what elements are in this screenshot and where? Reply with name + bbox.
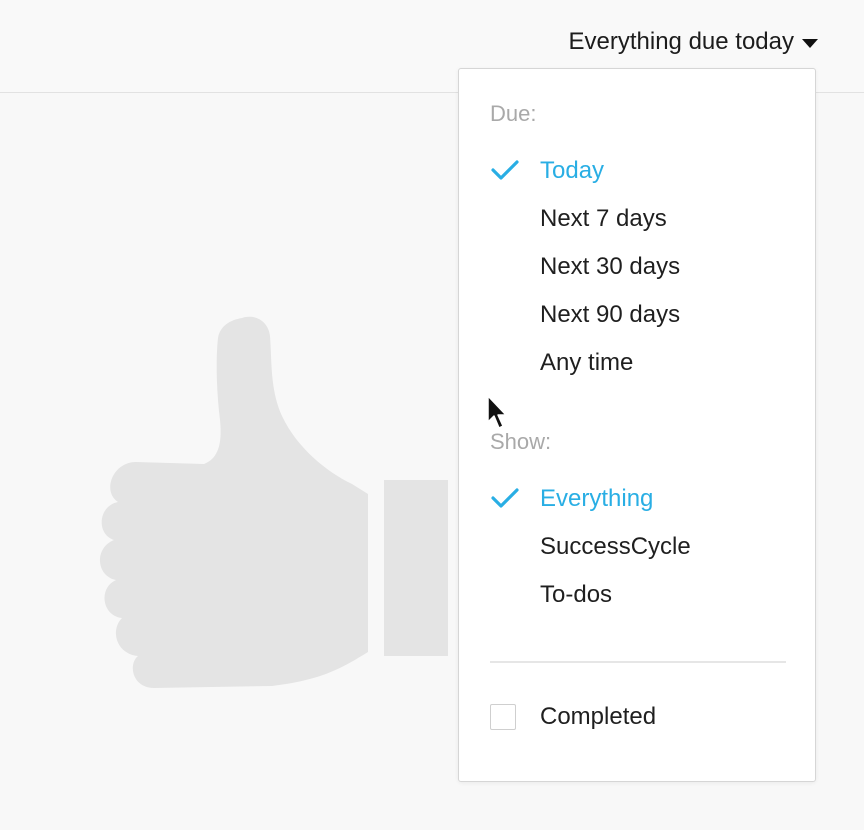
- due-option-label: Today: [540, 157, 605, 184]
- due-option-next-90-days[interactable]: Next 90 days: [459, 295, 815, 335]
- due-section-label: Due:: [490, 101, 537, 126]
- due-option-next-30-days[interactable]: Next 30 days: [459, 247, 815, 287]
- completed-label: Completed: [540, 703, 657, 730]
- filter-label: Everything due today: [568, 28, 794, 55]
- checkmark-icon: [491, 160, 519, 180]
- completed-checkbox[interactable]: [490, 704, 516, 730]
- due-option-next-7-days[interactable]: Next 7 days: [459, 199, 815, 239]
- show-option-everything[interactable]: Everything: [459, 479, 815, 519]
- checkmark-icon: [491, 488, 519, 508]
- show-section-label: Show:: [490, 429, 552, 454]
- thumbs-up-icon: [99, 316, 448, 688]
- mouse-pointer-icon: [487, 395, 507, 429]
- due-option-label: Any time: [540, 349, 634, 376]
- due-option-label: Next 30 days: [540, 253, 681, 280]
- show-option-label: Everything: [540, 485, 654, 512]
- dropdown-divider: [490, 661, 786, 663]
- show-option-label: To-dos: [540, 581, 613, 608]
- due-option-label: Next 7 days: [540, 205, 667, 232]
- completed-toggle[interactable]: Completed: [459, 697, 815, 737]
- filter-dropdown-menu: Due: Today Next 7 days Next 30 days Next…: [458, 68, 816, 782]
- caret-down-icon: [802, 38, 818, 48]
- due-option-today[interactable]: Today: [459, 151, 815, 191]
- show-option-label: SuccessCycle: [540, 533, 691, 560]
- filter-dropdown-trigger[interactable]: Everything due today: [569, 28, 818, 56]
- due-option-any-time[interactable]: Any time: [459, 343, 815, 383]
- show-option-to-dos[interactable]: To-dos: [459, 575, 815, 615]
- due-option-label: Next 90 days: [540, 301, 681, 328]
- show-option-successcycle[interactable]: SuccessCycle: [459, 527, 815, 567]
